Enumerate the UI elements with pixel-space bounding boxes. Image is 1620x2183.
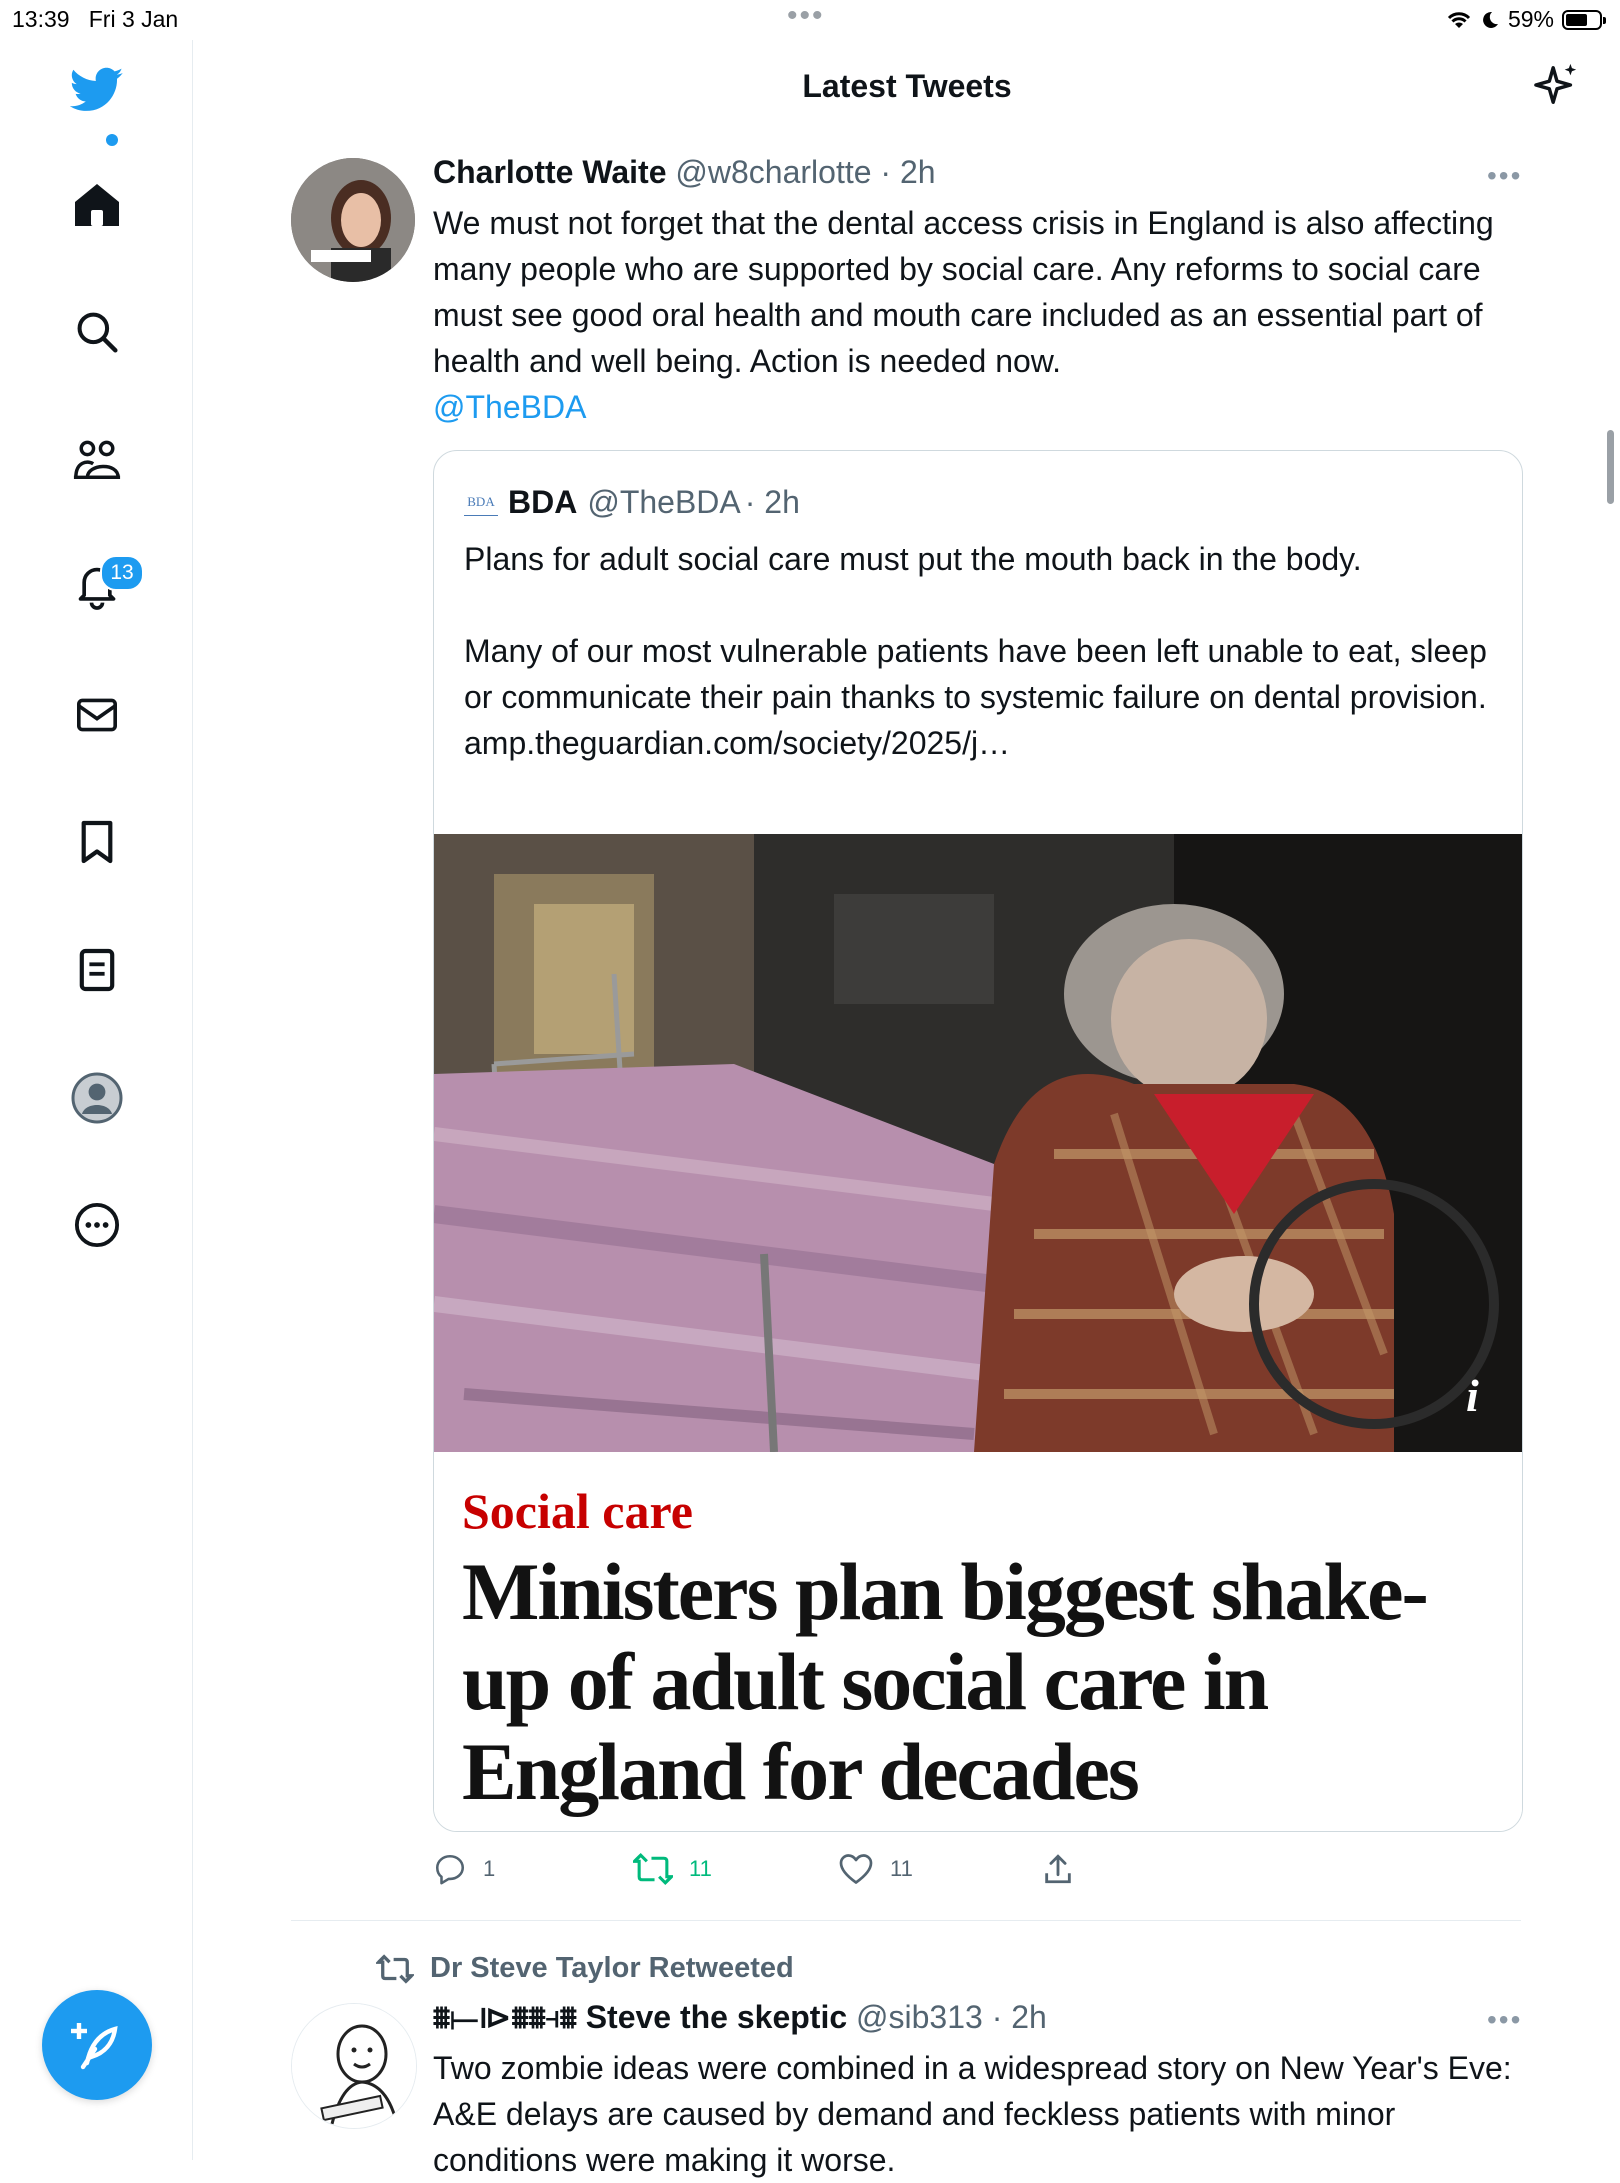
article-kicker: Social care [462, 1483, 693, 1539]
tweet-body: We must not forget that the dental acces… [433, 200, 1523, 430]
quoted-author-handle: @TheBDA [587, 484, 741, 520]
status-bar: 13:39 Fri 3 Jan ••• 59% [0, 0, 1620, 40]
author-name[interactable]: Charlotte Waite [433, 154, 667, 190]
heart-icon [839, 1854, 873, 1884]
share-icon [1045, 1854, 1071, 1884]
author-avatar[interactable] [291, 2003, 417, 2129]
bda-logo-avatar: BDA [464, 489, 498, 516]
author-name[interactable]: Steve the skeptic [586, 1999, 847, 2035]
author-avatar[interactable] [291, 158, 415, 282]
retweet-context[interactable]: Dr Steve Taylor Retweeted [376, 1952, 794, 1985]
compose-feather-icon [71, 2023, 118, 2070]
author-handle[interactable]: @w8charlotte [675, 154, 871, 190]
more-options-icon[interactable] [65, 1193, 129, 1257]
twitter-bird-icon[interactable] [65, 58, 129, 122]
home-unread-dot [106, 134, 118, 146]
article-card[interactable]: Social care Ministers plan biggest shake… [434, 1452, 1522, 1831]
multitasking-dots-icon[interactable]: ••• [787, 1, 825, 31]
quoted-author-name: BDA [508, 484, 578, 520]
share-button[interactable] [1041, 1852, 1075, 1886]
wifi-icon [1447, 11, 1471, 28]
notifications-badge: 13 [100, 555, 144, 591]
status-time: 13:39 Fri 3 Jan [12, 6, 179, 32]
tweet-time: · 2h [991, 1999, 1047, 2035]
tweet-text: We must not forget that the dental acces… [433, 205, 1494, 379]
tweet-time: · 2h [880, 154, 936, 190]
timeline-sparkle-icon[interactable] [1534, 62, 1580, 113]
profile-avatar-icon[interactable] [65, 1066, 129, 1130]
quoted-tweet-header: BDA BDA @TheBDA · 2h [464, 484, 800, 521]
compose-tweet-button[interactable] [42, 1990, 152, 2100]
author-handle[interactable]: @sib313 [856, 1999, 983, 2035]
scrollbar[interactable] [1607, 430, 1614, 504]
mention-link[interactable]: @TheBDA [433, 389, 586, 425]
like-button[interactable]: 11 [838, 1852, 913, 1886]
like-count: 11 [890, 1856, 913, 1881]
reply-icon [435, 1854, 465, 1885]
retweeted-icon [376, 1953, 414, 1984]
retweeted-by-label: Dr Steve Taylor Retweeted [430, 1952, 794, 1984]
page-title: Latest Tweets [802, 68, 1012, 104]
battery-icon [1562, 9, 1606, 30]
bookmarks-icon[interactable] [65, 810, 129, 874]
retweet-icon [633, 1852, 673, 1886]
do-not-disturb-moon-icon [1483, 11, 1498, 28]
author-name-prefix[interactable]: ⩩⟝⧐⩩⩩⫞⩩ [433, 1999, 577, 2035]
tweet-divider [291, 1920, 1521, 1921]
communities-icon[interactable] [65, 428, 129, 492]
quoted-tweet-text: Plans for adult social care must put the… [464, 541, 1487, 761]
tweet-actions: 1 11 11 [433, 1852, 1133, 1892]
home-icon[interactable] [65, 173, 129, 237]
tweet-more-icon[interactable]: ••• [1487, 2004, 1522, 2036]
quoted-tweet[interactable]: BDA BDA @TheBDA · 2h Plans for adult soc… [433, 450, 1523, 1832]
retweet-button[interactable]: 11 [633, 1852, 712, 1886]
tweet-text: Two zombie ideas were combined in a wide… [433, 2050, 1512, 2178]
quoted-tweet-time: · 2h [744, 484, 800, 520]
reply-button[interactable]: 1 [433, 1852, 495, 1886]
tweet-header: ⩩⟝⧐⩩⩩⫞⩩ Steve the skeptic @sib313 · 2h [433, 1998, 1047, 2037]
article-headline: Ministers plan biggest shake-up of adult… [462, 1546, 1429, 1817]
messages-icon[interactable] [65, 683, 129, 747]
tweet-more-icon[interactable]: ••• [1487, 160, 1522, 192]
retweet-count: 11 [689, 1856, 712, 1881]
article-image[interactable]: i [434, 834, 1522, 1453]
tweet-header: Charlotte Waite @w8charlotte · 2h [433, 154, 936, 191]
lists-icon[interactable] [65, 938, 129, 1002]
image-info-icon[interactable]: i [1466, 1369, 1479, 1422]
search-icon[interactable] [65, 300, 129, 364]
status-indicators: 59% [1446, 6, 1606, 33]
reply-count: 1 [483, 1856, 496, 1881]
battery-percent: 59% [1507, 6, 1554, 32]
